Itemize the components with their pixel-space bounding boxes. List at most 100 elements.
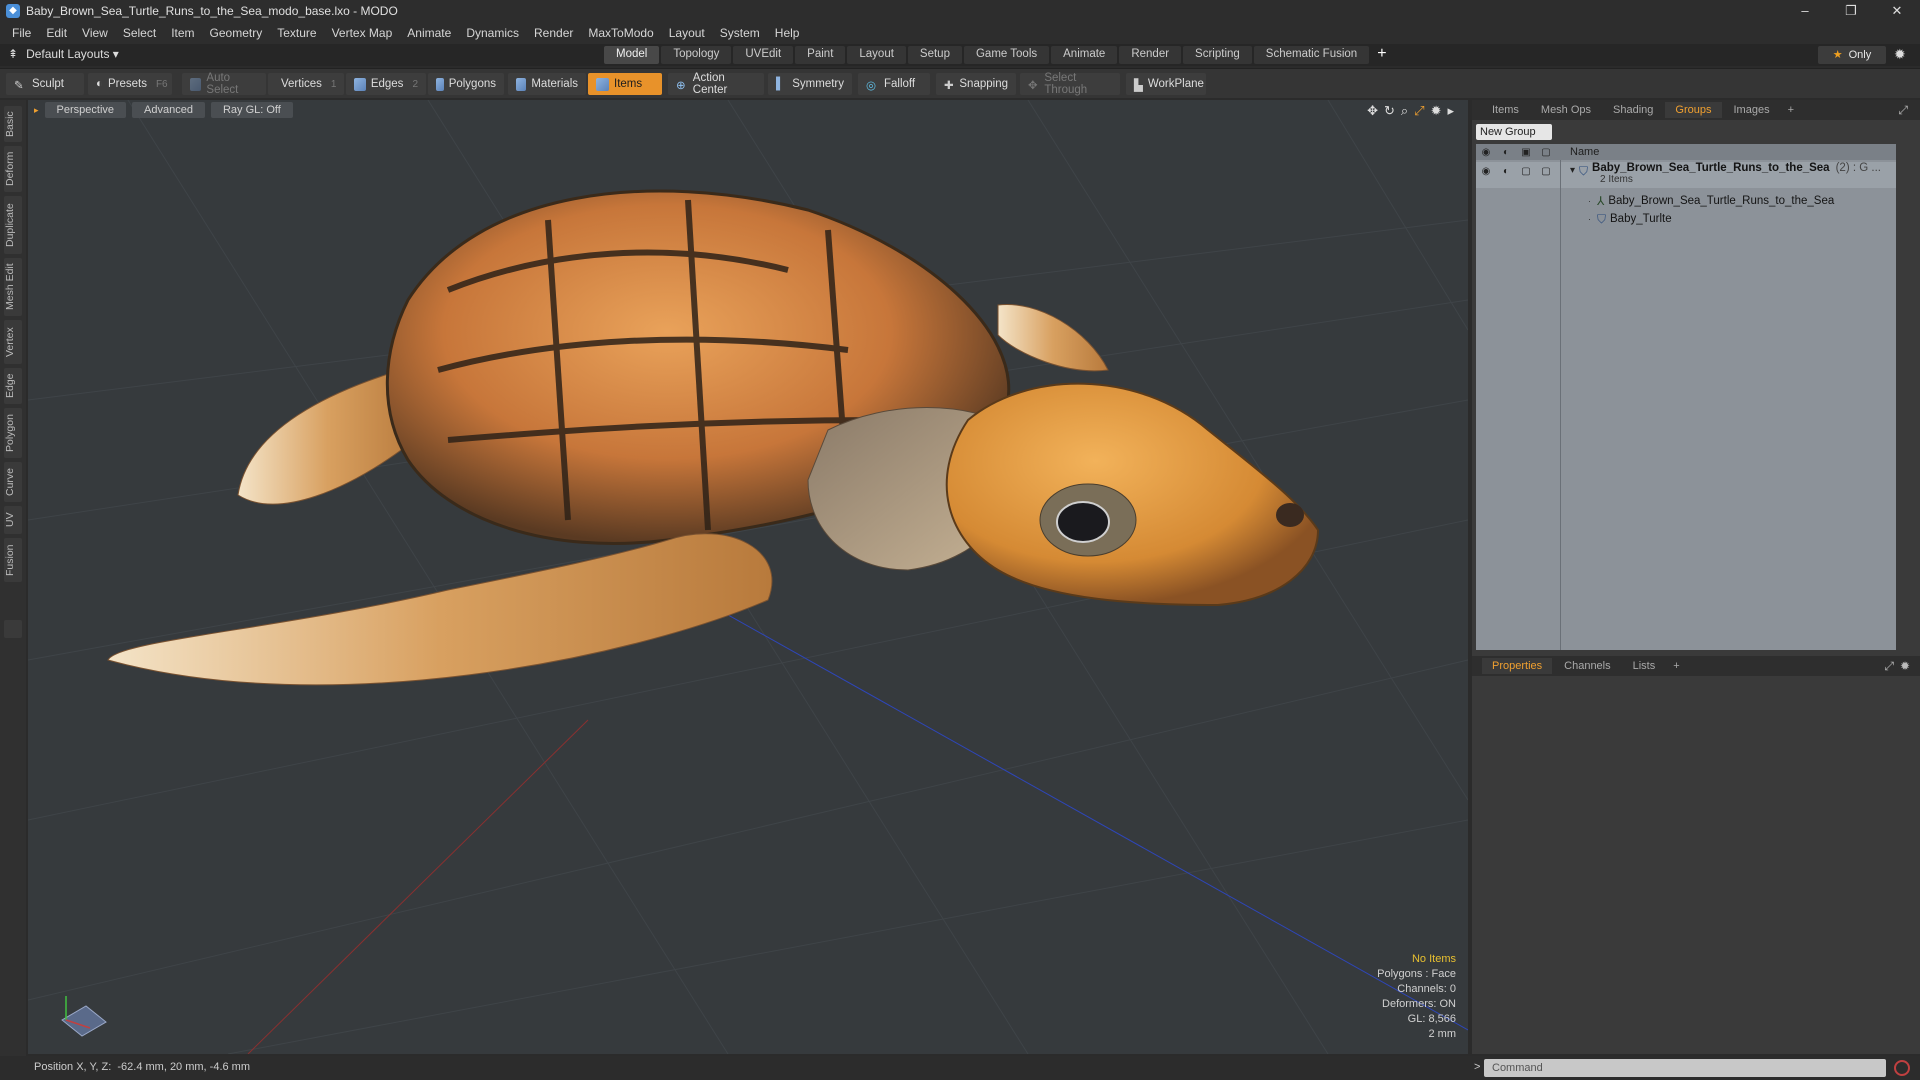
tab-uv[interactable]: UV: [4, 506, 22, 534]
tab-topology[interactable]: Topology: [661, 46, 732, 64]
workplane-button[interactable]: ▙ WorkPlane: [1126, 73, 1206, 95]
menu-view[interactable]: View: [76, 26, 117, 40]
panel-expand-icon[interactable]: ⤢: [1898, 103, 1908, 118]
tab-schematic-fusion[interactable]: Schematic Fusion: [1253, 46, 1370, 64]
tab-vertex[interactable]: Vertex: [4, 320, 22, 364]
tab-paint[interactable]: Paint: [795, 46, 846, 64]
tab-items[interactable]: Items: [1482, 102, 1529, 118]
tab-mesh-ops[interactable]: Mesh Ops: [1531, 102, 1601, 118]
snapping-button[interactable]: ✚ Snapping: [936, 73, 1016, 95]
props-settings-icon[interactable]: ✹: [1900, 659, 1910, 673]
tab-polygon[interactable]: Polygon: [4, 408, 22, 458]
fit-icon[interactable]: ⤢: [1414, 103, 1424, 119]
materials-button[interactable]: Materials: [508, 73, 586, 95]
tab-deform[interactable]: Deform: [4, 146, 22, 192]
visibility-column-icon[interactable]: ◉: [1476, 147, 1496, 158]
tab-uvedit[interactable]: UVEdit: [733, 46, 794, 64]
items-button[interactable]: Items: [588, 73, 662, 95]
shading-mode-button[interactable]: Advanced: [132, 102, 205, 118]
symmetry-icon: ▌: [776, 77, 785, 90]
collapse-handle[interactable]: [4, 620, 22, 638]
group-child-row[interactable]: · ⛉ Baby_Turlte: [1476, 210, 1896, 228]
tab-images[interactable]: Images: [1724, 102, 1780, 118]
gear-icon[interactable]: ✹: [1894, 46, 1906, 63]
brush-icon: ✎: [14, 79, 24, 92]
record-macro-icon[interactable]: [1894, 1060, 1910, 1076]
tab-lists[interactable]: Lists: [1623, 658, 1666, 674]
menu-dynamics[interactable]: Dynamics: [460, 26, 528, 40]
tab-groups[interactable]: Groups: [1665, 102, 1722, 118]
select-toggle-icon[interactable]: ▢: [1536, 166, 1556, 177]
add-tab-icon[interactable]: +: [1371, 46, 1392, 64]
tab-setup[interactable]: Setup: [907, 46, 962, 64]
raygl-button[interactable]: Ray GL: Off: [210, 102, 293, 118]
symmetry-button[interactable]: ▌ Symmetry: [768, 73, 852, 95]
menu-select[interactable]: Select: [117, 26, 165, 40]
menu-item[interactable]: Item: [165, 26, 203, 40]
close-button[interactable]: ✕: [1874, 0, 1920, 22]
tab-edge[interactable]: Edge: [4, 368, 22, 404]
props-expand-icon[interactable]: ⤢: [1884, 659, 1894, 674]
select-column-icon[interactable]: ▢: [1536, 147, 1556, 158]
tab-game-tools[interactable]: Game Tools: [963, 46, 1050, 64]
menu-layout[interactable]: Layout: [663, 26, 714, 40]
viewport-settings-icon[interactable]: ✹: [1431, 103, 1442, 119]
layout-toggle-icon[interactable]: ⇞: [8, 47, 18, 61]
tab-properties[interactable]: Properties: [1482, 658, 1553, 674]
expand-arrow-icon[interactable]: ▾: [1570, 165, 1575, 176]
polygons-button[interactable]: Polygons: [428, 73, 504, 95]
auto-select-button[interactable]: Auto Select: [182, 72, 266, 96]
tab-model[interactable]: Model: [604, 46, 660, 64]
tab-render[interactable]: Render: [1119, 46, 1182, 64]
vertices-button[interactable]: Vertices 1: [268, 73, 344, 95]
presets-button[interactable]: ◐ Presets F6: [88, 73, 172, 95]
menu-texture[interactable]: Texture: [271, 26, 325, 40]
select-through-button[interactable]: ✥ Select Through: [1020, 72, 1120, 96]
tab-fusion[interactable]: Fusion: [4, 538, 22, 582]
add-panel-tab-icon[interactable]: +: [1782, 104, 1800, 116]
lock-toggle-icon[interactable]: ▢: [1516, 166, 1536, 177]
add-props-tab-icon[interactable]: +: [1667, 660, 1685, 672]
new-group-button[interactable]: New Group: [1476, 124, 1552, 140]
menu-animate[interactable]: Animate: [401, 26, 460, 40]
menu-help[interactable]: Help: [769, 26, 809, 40]
pan-icon[interactable]: ✥: [1367, 103, 1378, 119]
eye-icon[interactable]: ◉: [1476, 166, 1496, 177]
menu-edit[interactable]: Edit: [40, 26, 76, 40]
view-type-button[interactable]: Perspective: [44, 102, 127, 118]
render-toggle-icon[interactable]: ◐: [1496, 166, 1516, 177]
menu-file[interactable]: File: [6, 26, 40, 40]
minimize-button[interactable]: –: [1782, 0, 1828, 22]
edges-button[interactable]: Edges 2: [346, 73, 426, 95]
action-center-button[interactable]: ⊕ Action Center: [668, 72, 764, 96]
tab-basic[interactable]: Basic: [4, 106, 22, 142]
viewport-menu-arrow-icon[interactable]: ▸: [34, 105, 39, 116]
tab-animate[interactable]: Animate: [1051, 46, 1118, 64]
tab-shading[interactable]: Shading: [1603, 102, 1663, 118]
menu-render[interactable]: Render: [528, 26, 582, 40]
tab-mesh-edit[interactable]: Mesh Edit: [4, 258, 22, 316]
3d-viewport[interactable]: ▸ Perspective Advanced Ray GL: Off ✥ ↻ ⌕…: [28, 100, 1468, 1054]
tab-curve[interactable]: Curve: [4, 462, 22, 502]
tab-duplicate[interactable]: Duplicate: [4, 196, 22, 254]
group-child-row[interactable]: · ⅄ Baby_Brown_Sea_Turtle_Runs_to_the_Se…: [1476, 192, 1896, 210]
menu-maxtomodo[interactable]: MaxToModo: [582, 26, 662, 40]
menu-geometry[interactable]: Geometry: [204, 26, 272, 40]
tab-scripting[interactable]: Scripting: [1183, 46, 1252, 64]
tab-layout[interactable]: Layout: [847, 46, 906, 64]
lock-column-icon[interactable]: ▣: [1516, 147, 1536, 158]
command-input[interactable]: Command: [1484, 1059, 1886, 1077]
sculpt-button[interactable]: ✎ Sculpt: [6, 73, 84, 95]
layouts-dropdown[interactable]: ⇞ Default Layouts ▾: [8, 47, 119, 61]
menu-system[interactable]: System: [714, 26, 769, 40]
falloff-button[interactable]: ◎ Falloff: [858, 73, 930, 95]
restore-button[interactable]: ❐: [1828, 0, 1874, 22]
render-column-icon[interactable]: ◐: [1496, 147, 1516, 158]
only-button[interactable]: ★ Only: [1818, 46, 1886, 64]
menu-vertex-map[interactable]: Vertex Map: [326, 26, 402, 40]
group-row[interactable]: ◉ ◐ ▢ ▢ ▾ ⛉ Baby_Brown_Sea_Turtle_Runs_t…: [1476, 162, 1896, 188]
rotate-icon[interactable]: ↻: [1384, 103, 1395, 119]
zoom-icon[interactable]: ⌕: [1401, 103, 1408, 119]
viewport-expand-icon[interactable]: ▸: [1447, 103, 1454, 119]
tab-channels[interactable]: Channels: [1554, 658, 1620, 674]
